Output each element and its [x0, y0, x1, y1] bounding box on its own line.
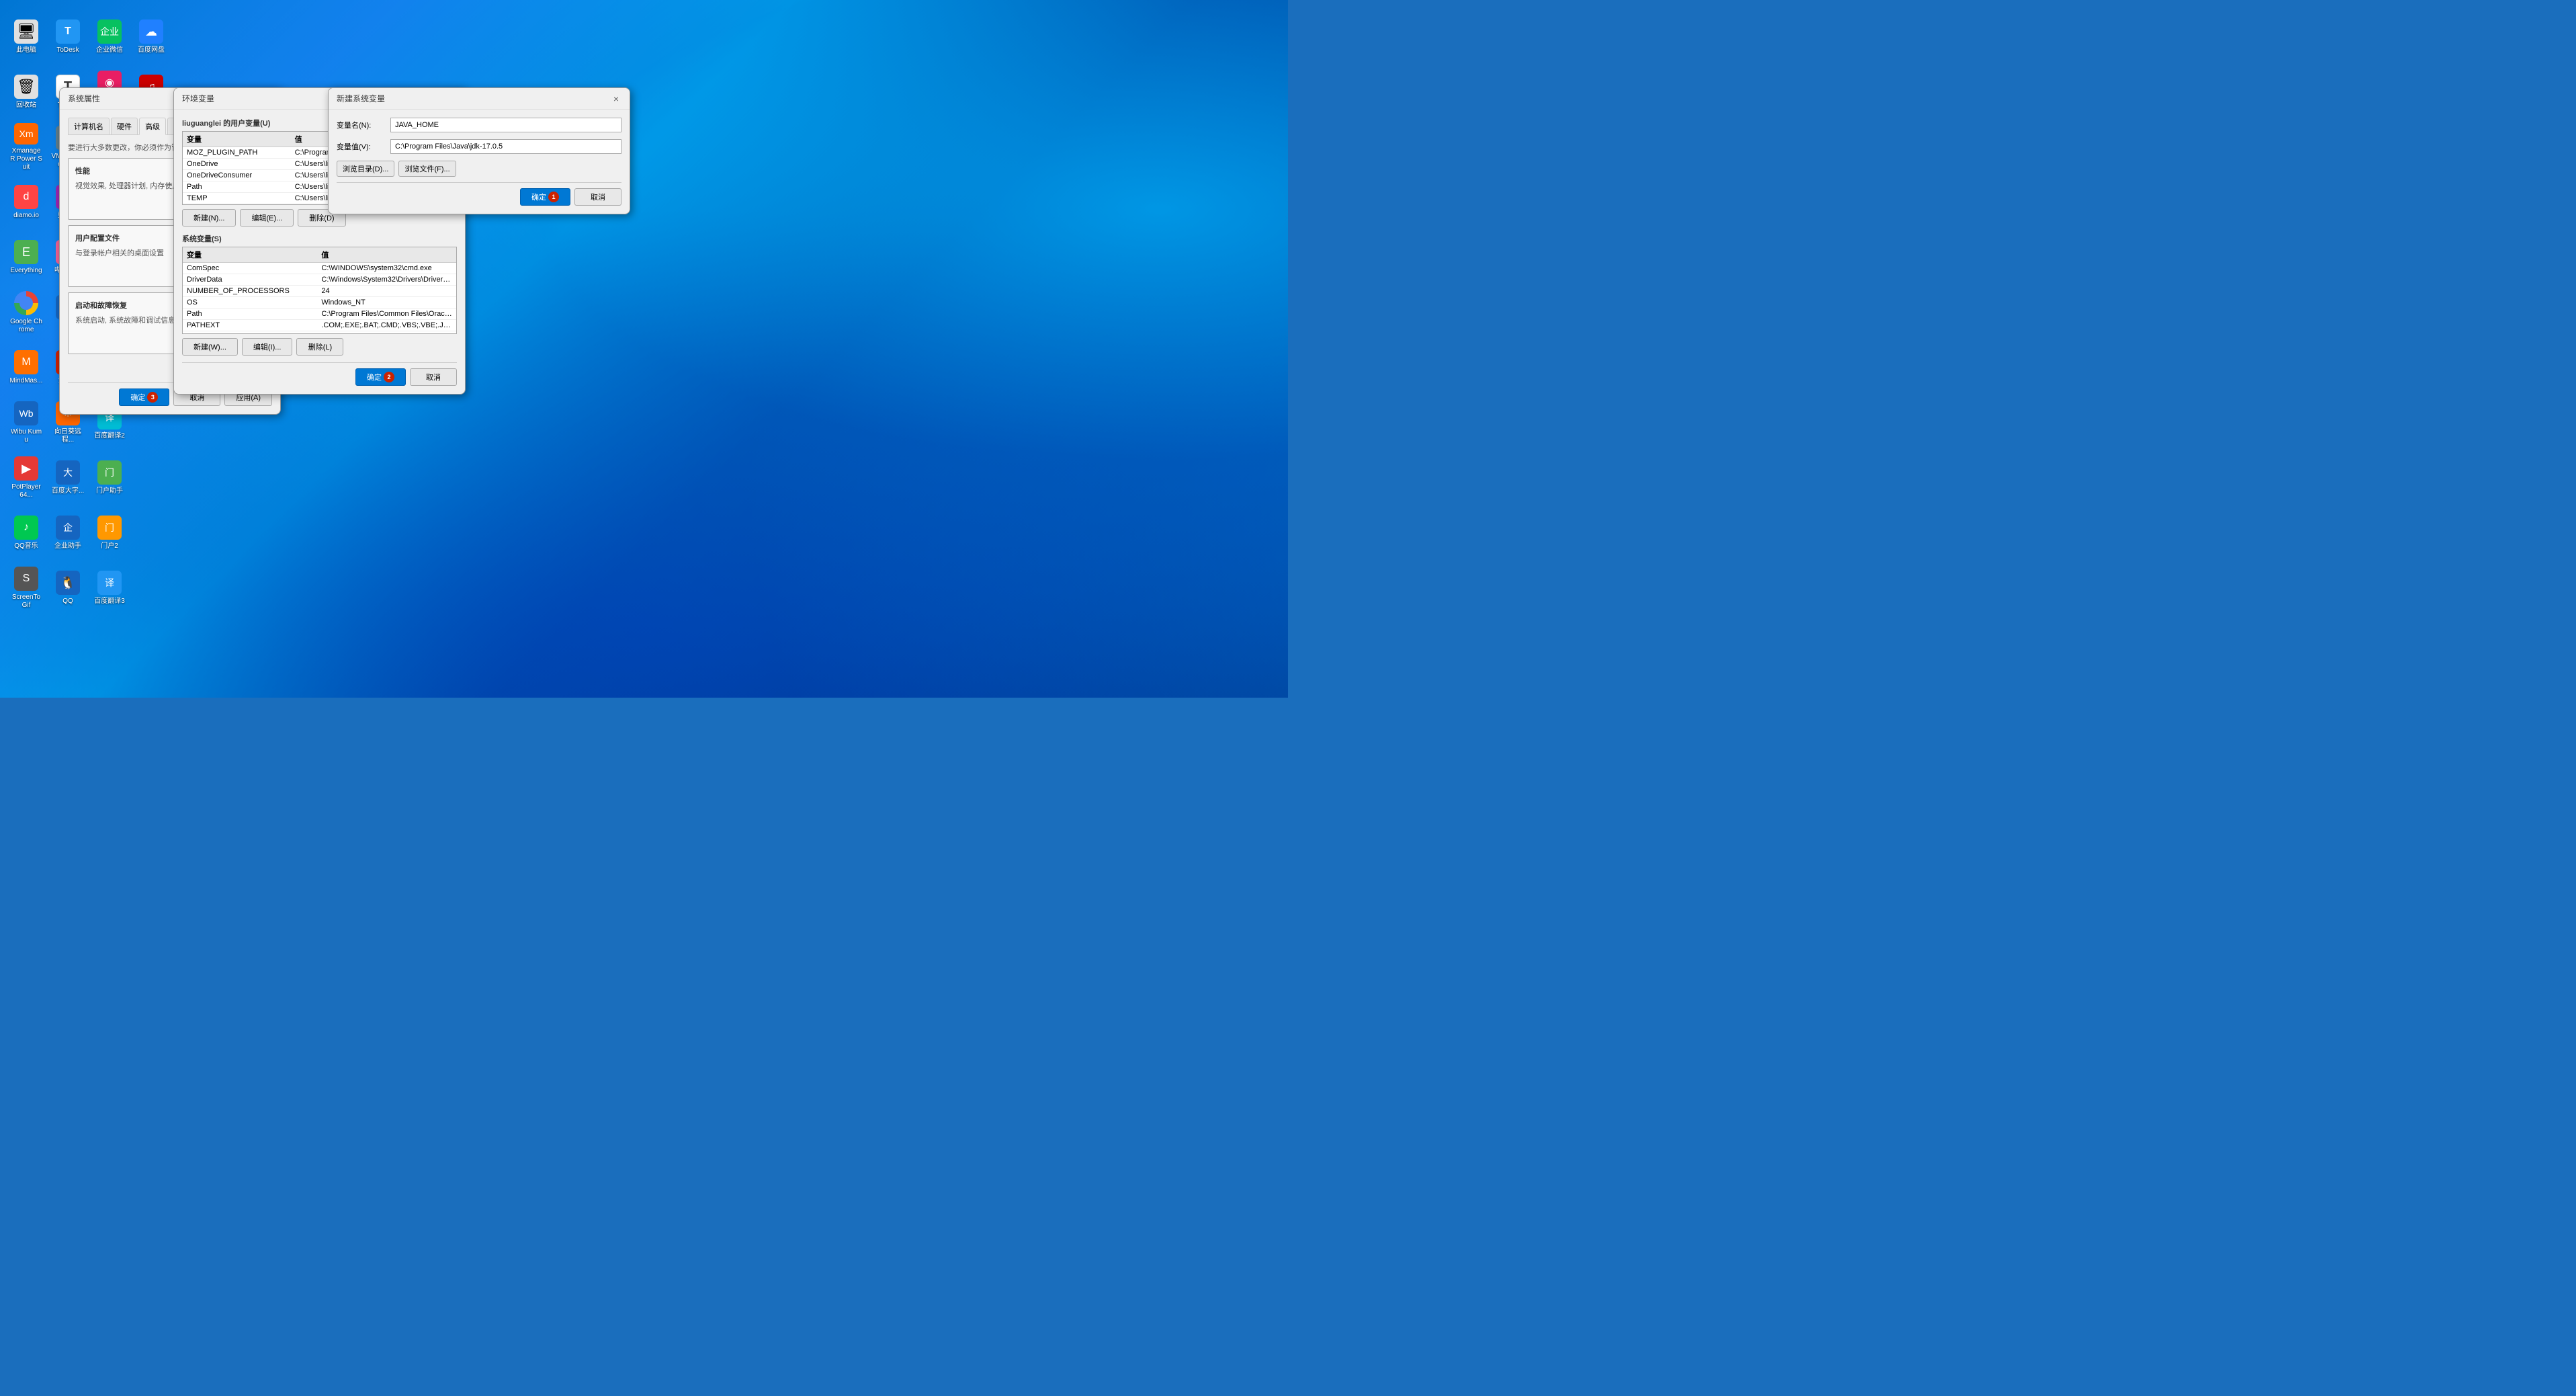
table-row[interactable]: PATHEXT .COM;.EXE;.BAT;.CMD;.VBS;.VBE;.J… [183, 320, 456, 331]
new-sys-var-body: 变量名(N): 变量值(V): 浏览目录(D)... 浏览文件(F)... 确定… [329, 110, 630, 214]
desktop-icon-xmanager[interactable]: Xm XmanageR Power Suit [7, 120, 46, 174]
desktop-icon-wibu[interactable]: Wb Wibu Kumu [7, 396, 46, 450]
table-row[interactable]: Path C:\Program Files\Common Files\Oracl… [183, 309, 456, 320]
var-value-input[interactable] [390, 139, 621, 154]
sys-vars-label: 系统变量(S) [182, 233, 457, 244]
cell-val: AMD64 [317, 331, 456, 335]
sys-vars-delete-button[interactable]: 删除(L) [296, 338, 343, 356]
sys-vars-table-container[interactable]: 变量 值 ComSpec C:\WINDOWS\system32\cmd.exe… [182, 247, 457, 334]
sys-vars-col-val: 值 [317, 247, 456, 263]
cell-val: C:\Windows\System32\Drivers\DriverData [317, 274, 456, 286]
cell-var: MOZ_PLUGIN_PATH [183, 147, 291, 159]
cell-var: PROCESSOR_ARCHITECTURE [183, 331, 317, 335]
desktop-icon-qq[interactable]: 🐧 QQ [48, 561, 87, 615]
browse-file-button[interactable]: 浏览文件(F)... [398, 161, 456, 177]
user-vars-edit-button[interactable]: 编辑(E)... [240, 209, 294, 227]
env-vars-title: 环境变量 [182, 93, 214, 104]
env-vars-btn-row: 确定 2 取消 [182, 362, 457, 386]
desktop-icon-chrome[interactable]: Google Chrome [7, 286, 46, 339]
desktop-icon-portal2[interactable]: 门 门户2 [90, 506, 129, 560]
sys-vars-table: 变量 值 ComSpec C:\WINDOWS\system32\cmd.exe… [183, 247, 456, 334]
desktop-icon-mindmaster[interactable]: M MindMas... [7, 341, 46, 395]
desktop-icon-wecom[interactable]: 企业 企业微信 [90, 10, 129, 64]
desktop-icon-qqmusic[interactable]: ♪ QQ音乐 [7, 506, 46, 560]
cell-val: C:\WINDOWS\system32\cmd.exe [317, 263, 456, 274]
cell-val: 24 [317, 286, 456, 297]
cell-var: DriverData [183, 274, 317, 286]
desktop-icon-everything[interactable]: E Everything [7, 231, 46, 284]
cell-var: OneDrive [183, 159, 291, 170]
sys-vars-btn-row: 新建(W)... 编辑(I)... 删除(L) [182, 338, 457, 356]
new-system-variable-dialog: 新建系统变量 × 变量名(N): 变量值(V): 浏览目录(D)... 浏览文件… [328, 87, 630, 214]
cell-var: Path [183, 309, 317, 320]
env-vars-cancel-button[interactable]: 取消 [410, 368, 457, 386]
env-vars-ok-button[interactable]: 确定 2 [355, 368, 406, 386]
sys-vars-new-button[interactable]: 新建(W)... [182, 338, 238, 356]
sys-props-ok-badge: 3 [147, 392, 158, 403]
cell-var: OneDriveConsumer [183, 170, 291, 181]
cell-var: Path [183, 181, 291, 193]
new-sys-var-close-button[interactable]: × [611, 93, 621, 104]
cell-var: OS [183, 297, 317, 309]
sys-vars-edit-button[interactable]: 编辑(I)... [242, 338, 293, 356]
new-sys-var-ok-button[interactable]: 确定 1 [520, 188, 570, 206]
new-sys-var-cancel-button[interactable]: 取消 [574, 188, 621, 206]
tab-computer-name[interactable]: 计算机名 [68, 118, 110, 134]
desktop-icon-portal[interactable]: 门 门户助手 [90, 451, 129, 505]
desktop-icon-todesk[interactable]: T ToDesk [48, 10, 87, 64]
sys-vars-col-var: 变量 [183, 247, 317, 263]
table-row[interactable]: ComSpec C:\WINDOWS\system32\cmd.exe [183, 263, 456, 274]
cell-val: C:\Program Files\Common Files\Oracle\Jav… [317, 309, 456, 320]
browse-btn-row: 浏览目录(D)... 浏览文件(F)... [337, 161, 621, 177]
desktop-icon-baidu-pan[interactable]: ☁ 百度网盘 [132, 10, 171, 64]
cell-var: NUMBER_OF_PROCESSORS [183, 286, 317, 297]
desktop-icon-potplayer[interactable]: ▶ PotPlayer 64... [7, 451, 46, 505]
browse-dir-button[interactable]: 浏览目录(D)... [337, 161, 394, 177]
new-sys-var-title: 新建系统变量 [337, 93, 385, 104]
cell-var: TMP [183, 204, 291, 206]
new-sys-var-titlebar: 新建系统变量 × [329, 88, 630, 110]
var-name-row: 变量名(N): [337, 118, 621, 132]
var-name-input[interactable] [390, 118, 621, 132]
cell-val: Windows_NT [317, 297, 456, 309]
user-vars-col-var: 变量 [183, 132, 291, 147]
user-vars-new-button[interactable]: 新建(N)... [182, 209, 236, 227]
desktop-icon-baidu-da[interactable]: 大 百度大字... [48, 451, 87, 505]
var-value-label: 变量值(V): [337, 141, 390, 152]
new-sys-var-ok-badge: 1 [548, 192, 559, 202]
desktop-icon-enterprise-assistant[interactable]: 企 企业助手 [48, 506, 87, 560]
table-row[interactable]: NUMBER_OF_PROCESSORS 24 [183, 286, 456, 297]
cell-var: TEMP [183, 193, 291, 204]
var-name-label: 变量名(N): [337, 120, 390, 130]
env-vars-ok-badge: 2 [384, 372, 394, 382]
var-value-row: 变量值(V): [337, 139, 621, 154]
sys-props-title: 系统属性 [68, 93, 100, 104]
cell-var: ComSpec [183, 263, 317, 274]
desktop-icon-recycle-bin[interactable]: 🗑 回收站 [7, 65, 46, 119]
tab-advanced[interactable]: 高级 [139, 118, 166, 135]
sys-props-ok-button[interactable]: 确定 3 [119, 388, 169, 406]
tab-hardware[interactable]: 硬件 [111, 118, 138, 134]
table-row[interactable]: PROCESSOR_ARCHITECTURE AMD64 [183, 331, 456, 335]
desktop-icon-computer[interactable]: 🖥 此电脑 [7, 10, 46, 64]
new-sys-var-btn-row: 确定 1 取消 [337, 182, 621, 206]
table-row[interactable]: OS Windows_NT [183, 297, 456, 309]
table-row[interactable]: DriverData C:\Windows\System32\Drivers\D… [183, 274, 456, 286]
cell-val: .COM;.EXE;.BAT;.CMD;.VBS;.VBE;.JS;.JSE;.… [317, 320, 456, 331]
desktop-icon-diamo[interactable]: d diamo.io [7, 175, 46, 229]
cell-var: PATHEXT [183, 320, 317, 331]
desktop-icon-screentogif[interactable]: S ScreenToGif [7, 561, 46, 615]
desktop-icon-translate3[interactable]: 译 百度翻译3 [90, 561, 129, 615]
